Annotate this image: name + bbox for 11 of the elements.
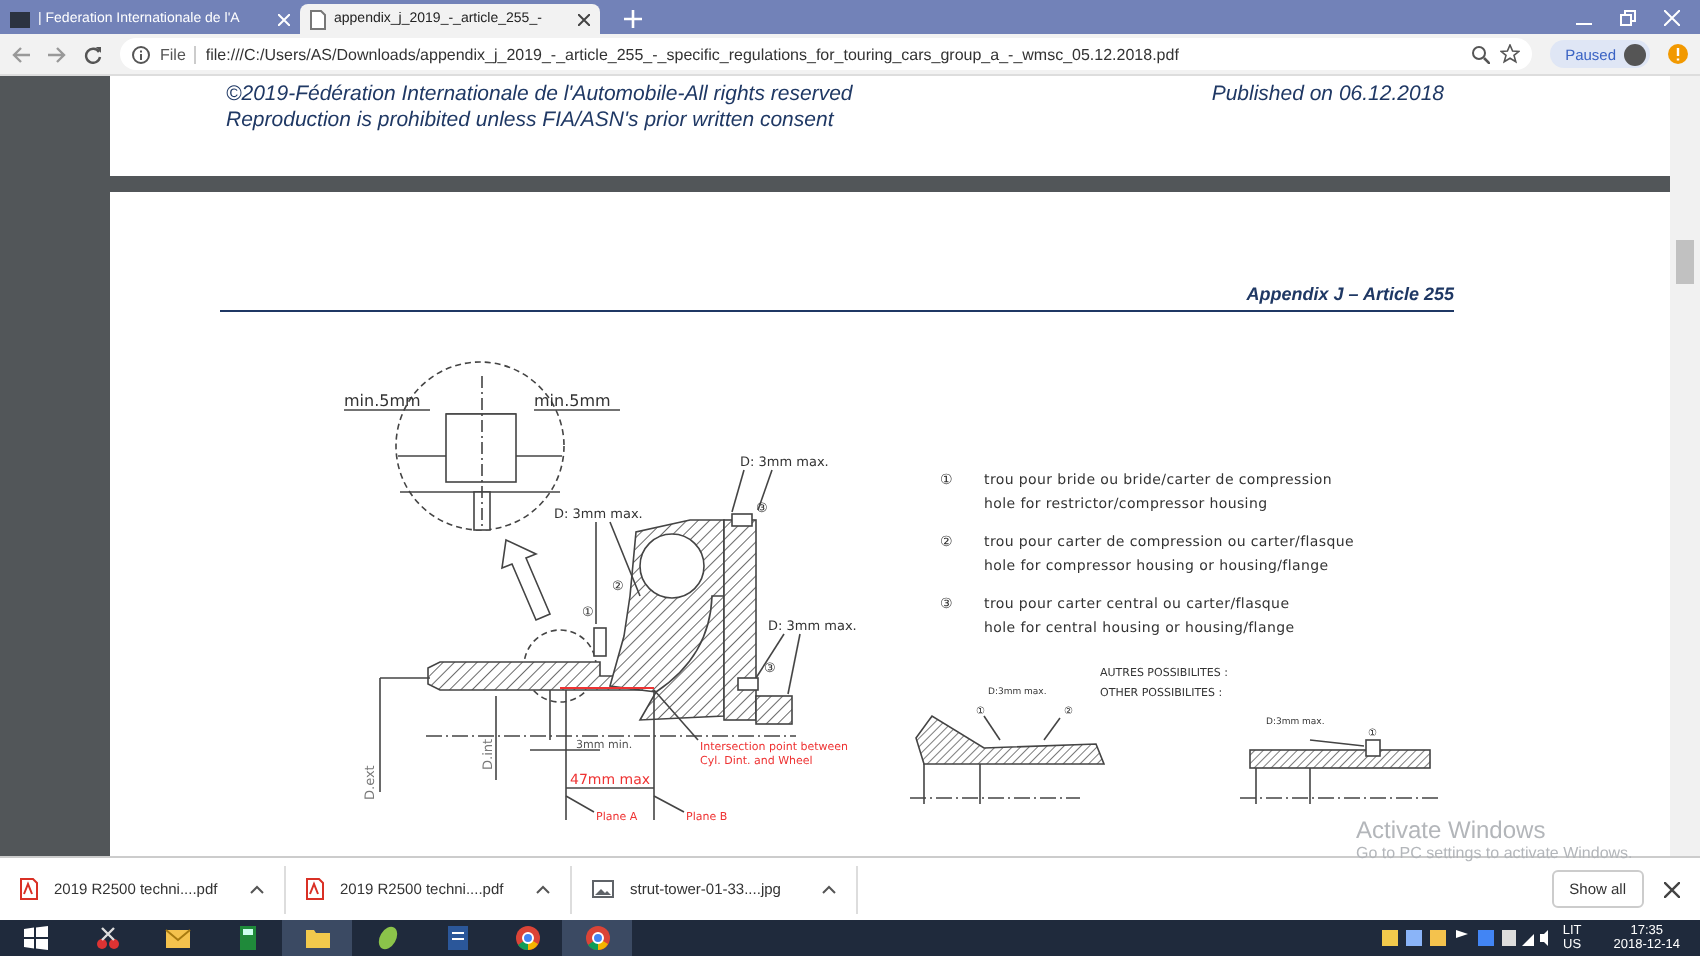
notice-text: Reproduction is prohibited unless FIA/ASN's prior written consent: [226, 108, 837, 134]
scheme-label: File: [160, 45, 196, 63]
copyright-text: ©2019-Fédération Internationale de l'Automobile-All rights reserved: [226, 82, 853, 108]
url-text: file:///C:/Users/AS/Downloads/appendix_j_2019_-_article_255_-_specific_regulations_for_touring_cars_group_a_-_wmsc_05.12.2018.pdf: [205, 45, 1181, 63]
page-header: Appendix J – Article 255: [1246, 284, 1454, 304]
activation-hint: Go to PC settings to activate Windows.: [1356, 842, 1633, 866]
dimension-label: min.5mm: [344, 392, 421, 410]
published-date: Published on 06.12.2018: [1211, 82, 1444, 110]
dimension-label: min.5mm: [534, 392, 611, 410]
address-bar[interactable]: File file:///C:/Users/AS/Downloads/appendix_j_2019_-_article_255_-_specific_regulations_for_touring_cars_group_a_-_wmsc_05.12.2018.pdf: [120, 38, 1532, 70]
activation-title: Activate Windows: [1356, 818, 1548, 842]
